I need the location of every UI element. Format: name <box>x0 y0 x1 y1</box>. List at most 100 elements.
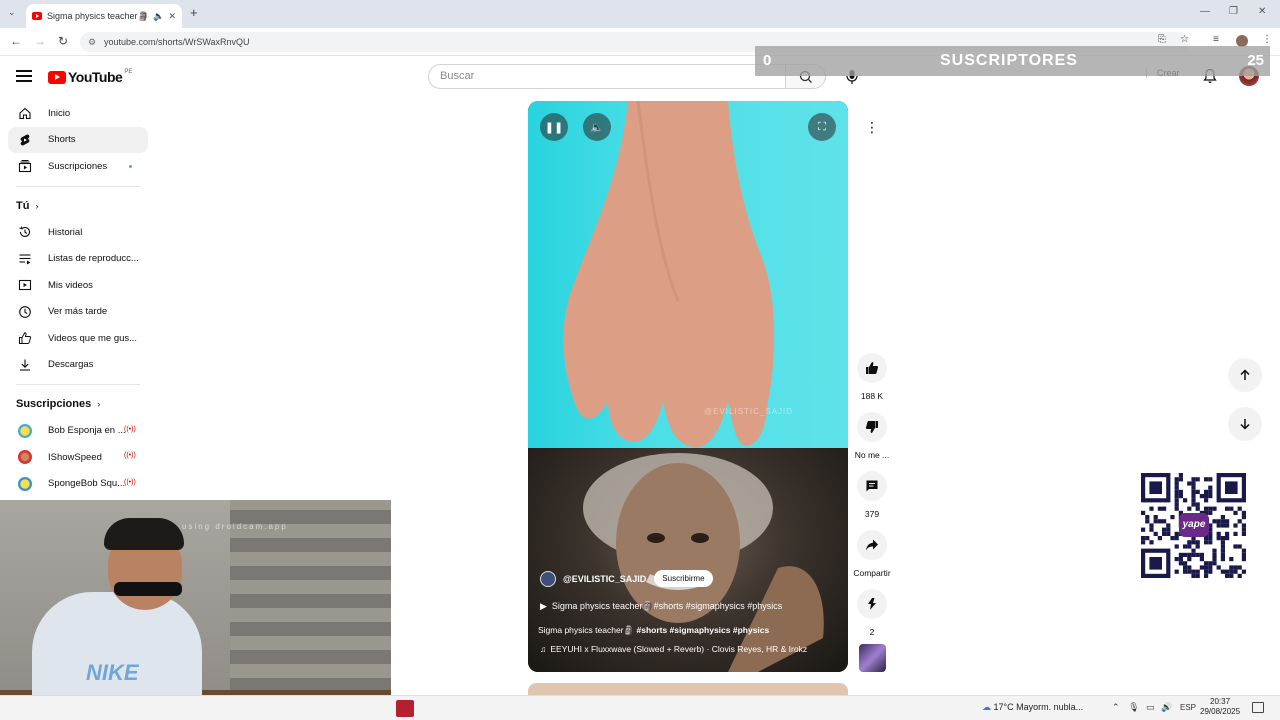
remix-action[interactable]: 2 <box>846 589 898 637</box>
share-icon <box>866 539 878 551</box>
tab-search-icon[interactable]: ⌄ <box>8 7 16 18</box>
music-note-icon: ♫ <box>540 644 547 654</box>
tray-expand-icon[interactable]: ⌃ <box>1112 702 1120 712</box>
sidebar-item-descargas[interactable]: Descargas <box>8 352 148 379</box>
close-window-icon[interactable]: ✕ <box>1258 6 1266 17</box>
comments-action[interactable]: 379 <box>846 471 898 519</box>
sidebar-item-suscripciones[interactable]: Suscripciones <box>8 153 148 180</box>
liked-icon <box>19 332 32 344</box>
sidebar-item-label: Mis videos <box>48 279 93 291</box>
video-watermark: @EVILISTIC_SAJID <box>704 407 794 416</box>
dislike-action[interactable]: No me ... <box>846 412 898 460</box>
close-tab-icon[interactable]: ✕ <box>168 11 176 22</box>
sidebar-item-playlists[interactable]: Listas de reproducc... <box>8 246 148 273</box>
sidebar-subscriptions-header[interactable]: Suscripciones › <box>8 391 148 418</box>
chevron-right-icon: › <box>35 200 39 211</box>
short-music-row[interactable]: ♫ EEYUHI x Fluxxwave (Slowed + Reverb) · … <box>540 644 807 654</box>
mic-tray-icon[interactable]: 🎙 <box>1128 702 1139 712</box>
description-hashtags[interactable]: #shorts #sigmaphysics #physics <box>636 625 769 635</box>
install-icon[interactable]: ⎘ <box>1158 34 1166 45</box>
subscribe-button[interactable]: Suscribirme <box>654 570 713 587</box>
taskbar-clock[interactable]: 20:37 29/08/2025 <box>1200 697 1240 717</box>
person-hair <box>104 518 184 550</box>
dislike-button[interactable] <box>857 412 887 442</box>
overlay-right-count: 25 <box>1247 52 1264 69</box>
overlay-label: SUSCRIPTORES <box>940 52 1078 69</box>
history-icon <box>19 226 31 237</box>
sidebar-item-mis-videos[interactable]: Mis videos <box>8 272 148 299</box>
fullscreen-icon[interactable]: ⛶ <box>808 113 836 141</box>
short-channel-avatar[interactable] <box>540 570 556 587</box>
forward-icon[interactable]: → <box>34 34 46 48</box>
share-action[interactable]: Compartir <box>846 530 898 578</box>
maximize-icon[interactable]: ❐ <box>1229 6 1238 17</box>
more-options-icon[interactable]: ⋮ <box>864 117 880 137</box>
taskbar-app-icon[interactable] <box>396 700 414 717</box>
sidebar-item-label: Listas de reproducc... <box>48 253 139 265</box>
channel-avatar <box>18 423 32 438</box>
site-settings-icon[interactable]: ⚙ <box>88 32 96 52</box>
new-content-dot <box>129 165 132 168</box>
volume-icon[interactable]: 🔈 <box>583 113 611 141</box>
channel-name: IShowSpeed <box>48 451 102 463</box>
comment-count: 379 <box>864 509 880 519</box>
sound-thumbnail[interactable] <box>859 644 886 672</box>
sidebar-item-liked-videos[interactable]: Videos que me gus... <box>8 325 148 352</box>
dislike-label: No me ... <box>854 450 890 460</box>
language-indicator[interactable]: ESP <box>1180 703 1196 712</box>
yape-qr-code: yape <box>1141 473 1246 578</box>
sidebar-channel-spongebob[interactable]: SpongeBob Squ... ((•)) <box>8 471 148 498</box>
previous-short-button[interactable] <box>1228 358 1262 392</box>
sidebar-channel-bob-esponja[interactable]: Bob Esponja en ... ((•)) <box>8 418 148 445</box>
reload-icon[interactable]: ↻ <box>58 34 68 48</box>
notification-center-icon[interactable] <box>1252 702 1264 713</box>
bookmark-star-icon[interactable]: ☆ <box>1180 34 1189 45</box>
sidebar-item-historial[interactable]: Historial <box>8 219 148 246</box>
thumbs-up-icon <box>866 362 879 374</box>
short-channel-name[interactable]: @EVILISTIC_SAJID <box>563 574 646 584</box>
channel-avatar <box>18 476 32 491</box>
arrow-up-icon <box>1240 369 1250 380</box>
einstein-image <box>583 453 824 672</box>
back-icon[interactable]: ← <box>10 34 22 48</box>
next-short-preview[interactable] <box>528 683 848 695</box>
minimize-icon[interactable]: — <box>1200 6 1210 17</box>
search-input[interactable]: Buscar <box>428 64 786 89</box>
channel-name: Bob Esponja en ... <box>48 425 126 437</box>
remix-button[interactable] <box>857 589 887 619</box>
media-icon[interactable]: ≡ <box>1213 34 1219 45</box>
comments-button[interactable] <box>857 471 887 501</box>
stone-wall <box>230 500 391 720</box>
hamburger-menu-icon[interactable] <box>16 70 32 82</box>
sidebar-item-shorts[interactable]: Shorts <box>8 126 148 153</box>
weather-widget[interactable]: ☁ 17°C Mayorm. nubla... <box>982 702 1083 713</box>
speaker-icon[interactable]: 🔈 <box>153 11 164 22</box>
volume-tray-icon[interactable]: 🔊 <box>1161 702 1172 712</box>
sidebar-channel-ishowspeed[interactable]: IShowSpeed ((•)) <box>8 444 148 471</box>
youtube-logo[interactable]: YouTube PE <box>48 69 132 85</box>
url-text: youtube.com/shorts/WrSWaxRnvQU <box>104 37 250 47</box>
like-action[interactable]: 188 K <box>846 353 898 401</box>
sidebar-item-ver-mas-tarde[interactable]: Ver más tarde <box>8 299 148 326</box>
browser-menu-icon[interactable]: ⋮ <box>1262 34 1272 45</box>
like-button[interactable] <box>857 353 887 383</box>
pause-icon[interactable]: ❚❚ <box>540 113 568 141</box>
sidebar-you-header[interactable]: Tú › <box>8 193 148 220</box>
yape-logo: yape <box>1179 513 1209 537</box>
sidebar-item-inicio[interactable]: Inicio <box>8 100 148 127</box>
short-video-player[interactable]: @EVILISTIC_SAJID ❚❚ 🔈 ⛶ @EVILISTIC_SAJID… <box>528 101 848 672</box>
guide-sidebar: Inicio Shorts Suscripciones Tú › Histori… <box>8 100 148 497</box>
share-button[interactable] <box>857 530 887 560</box>
tab-title: Sigma physics teacher🗿#... <box>47 10 149 21</box>
droidcam-watermark: using droidcam.app <box>182 522 288 531</box>
short-title[interactable]: ▶ Sigma physics teacher🗿#shorts #sigmaphy… <box>540 601 782 612</box>
browser-tab[interactable]: Sigma physics teacher🗿#... 🔈 ✕ <box>26 4 182 28</box>
weather-text: 17°C Mayorm. nubla... <box>993 702 1084 712</box>
new-tab-icon[interactable]: + <box>190 5 198 20</box>
thumbs-down-icon <box>865 421 878 433</box>
sidebar-item-label: Videos que me gus... <box>48 332 138 344</box>
clock-time: 20:37 <box>1210 697 1231 706</box>
next-short-button[interactable] <box>1228 407 1262 441</box>
share-label: Compartir <box>853 568 891 578</box>
network-icon[interactable]: ▭ <box>1146 702 1155 712</box>
